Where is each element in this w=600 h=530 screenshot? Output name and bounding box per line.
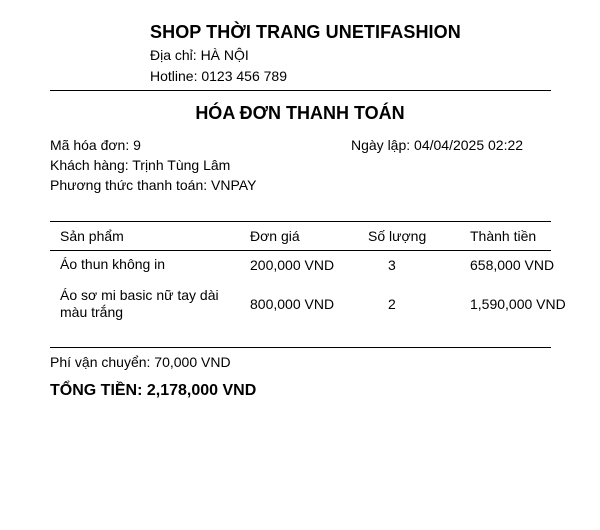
product-name-cell: Áo sơ mi basic nữ tay dài màu trắng [50,280,250,328]
table-header-row: Sản phẩm Đơn giá Số lượng Thành tiền [50,222,590,249]
product-name: Áo sơ mi basic nữ tay dài màu trắng [60,287,219,320]
grand-total: TỔNG TIỀN: 2,178,000 VND [50,382,257,399]
line-total-cell: 1,590,000 VND [470,296,566,312]
shipping-fee: Phí vận chuyển: 70,000 VND [50,354,231,370]
table-row: Áo thun không in 200,000 VND 3 658,000 V… [50,249,590,280]
unit-price-cell: 800,000 VND [250,296,335,312]
customer-name: Khách hàng: Trịnh Tùng Lâm [50,157,231,173]
table-row: Áo sơ mi basic nữ tay dài màu trắng 800,… [50,280,590,328]
shop-hotline: Hotline: 0123 456 789 [150,68,287,84]
line-total-cell: 658,000 VND [470,256,555,273]
invoice-date: Ngày lập: 04/04/2025 02:22 [351,137,524,153]
shop-address: Địa chỉ: HÀ NỘI [150,47,249,63]
product-name: Áo thun không in [60,256,166,272]
unit-price-cell: 200,000 VND [250,256,335,273]
header-divider [50,90,551,91]
header-line-total: Thành tiền [470,227,537,244]
quantity-cell: 2 [388,296,396,312]
header-unit-price: Đơn giá [250,227,300,244]
items-table: Sản phẩm Đơn giá Số lượng Thành tiền Áo … [50,222,590,328]
payment-method: Phương thức thanh toán: VNPAY [50,177,257,193]
header-product: Sản phẩm [60,227,124,244]
table-bottom-rule [50,347,551,348]
shop-name: SHOP THỜI TRANG UNETIFASHION [150,22,461,42]
invoice-number: Mã hóa đơn: 9 [50,137,141,153]
header-quantity: Số lượng [368,227,427,244]
invoice-title: HÓA ĐƠN THANH TOÁN [195,103,405,123]
product-name-cell: Áo thun không in [50,249,250,280]
quantity-cell: 3 [388,256,396,273]
